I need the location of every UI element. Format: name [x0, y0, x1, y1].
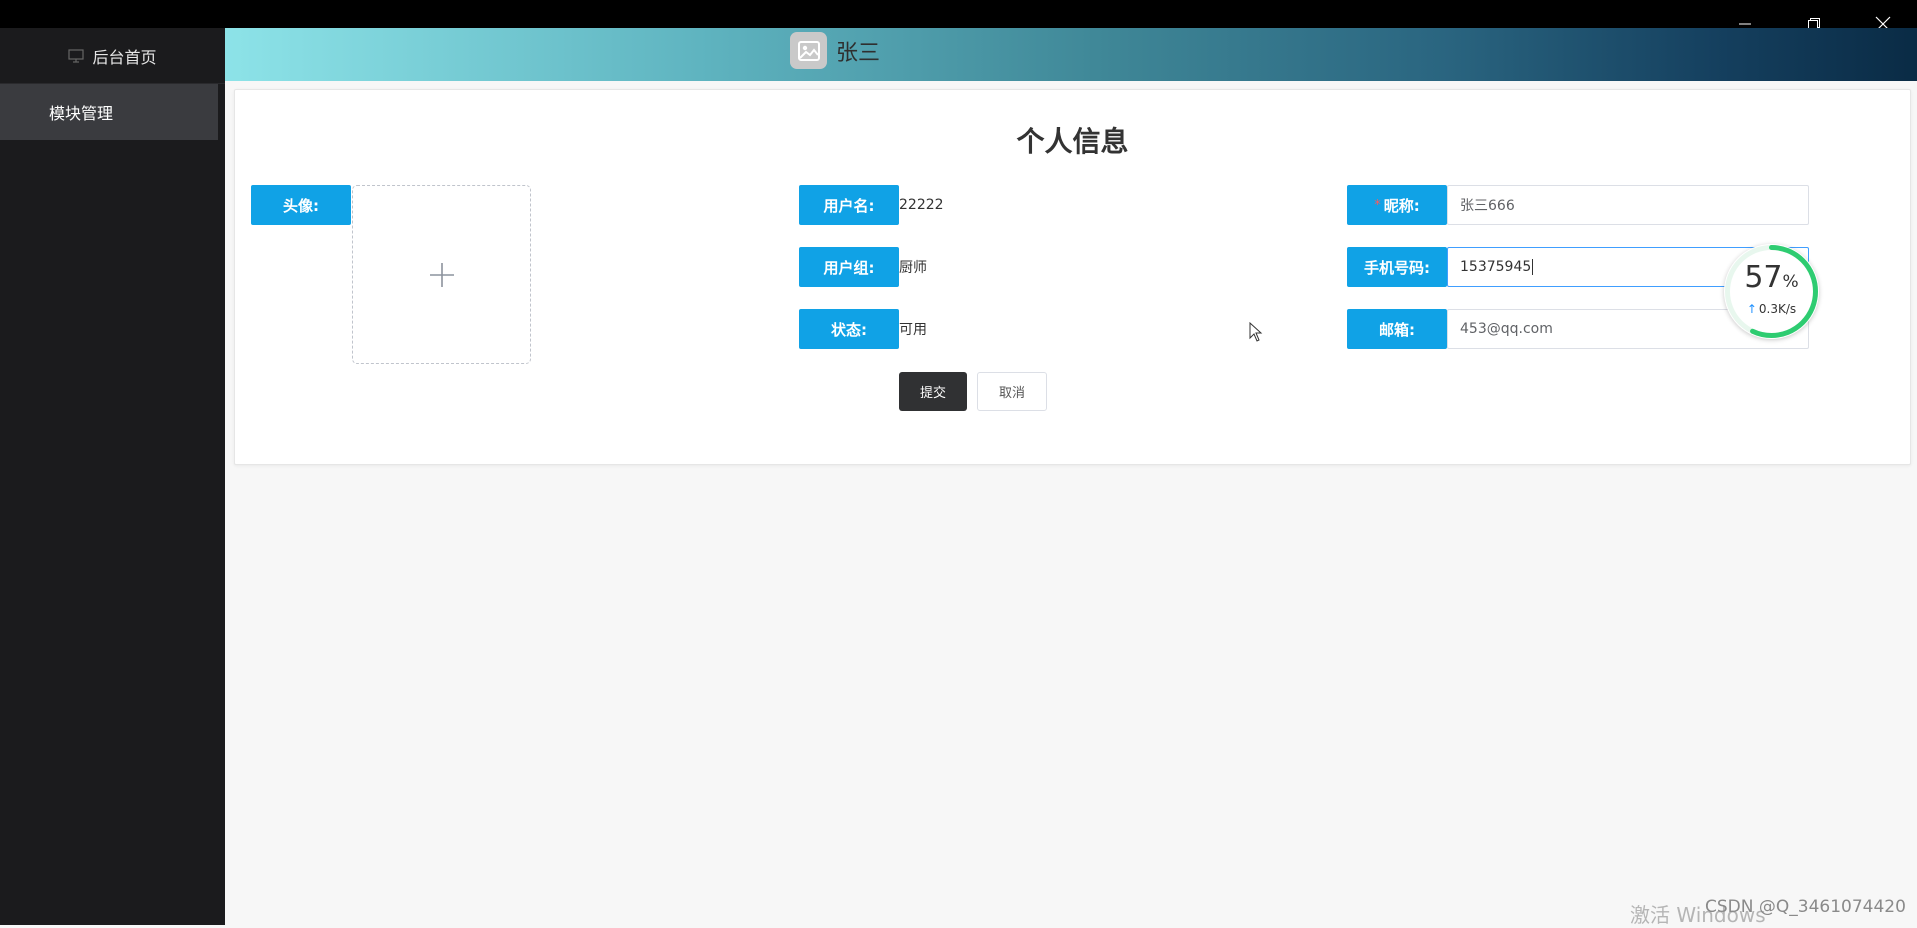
- sidebar-item-module-management[interactable]: 模块管理: [0, 84, 218, 140]
- speed-rate: ↑ 0.3K/s: [1724, 302, 1819, 316]
- status-label: 状态:: [799, 309, 899, 349]
- sidebar-item-home[interactable]: 后台首页: [0, 28, 225, 84]
- nickname-label-text: 昵称:: [1383, 196, 1420, 215]
- user-name: 张三: [836, 40, 881, 66]
- user-menu[interactable]: 张三: [790, 32, 880, 69]
- speed-percent-unit: %: [1782, 272, 1799, 292]
- email-label: 邮箱:: [1347, 309, 1447, 349]
- title-bar: [0, 0, 1917, 28]
- username-value: 22222: [899, 197, 944, 213]
- email-input-value: 453@qq.com: [1460, 321, 1553, 337]
- group-value: 厨师: [899, 260, 927, 276]
- page-title: 个人信息: [1016, 125, 1129, 158]
- nickname-label: * 昵称:: [1347, 185, 1447, 225]
- required-mark: *: [1374, 197, 1381, 213]
- nickname-input[interactable]: 张三666: [1447, 185, 1809, 225]
- speed-rate-value: 0.3K/s: [1758, 302, 1797, 316]
- sidebar-item-label: 模块管理: [49, 104, 114, 123]
- arrow-up-icon: ↑: [1746, 302, 1757, 316]
- speed-percent: 57%: [1724, 260, 1819, 295]
- csdn-watermark: CSDN @Q_3461074420: [1705, 897, 1906, 917]
- avatar-label: 头像:: [251, 185, 351, 225]
- username-label: 用户名:: [799, 185, 899, 225]
- submit-button[interactable]: 提交: [899, 372, 967, 411]
- status-value: 可用: [899, 322, 927, 338]
- header: 张三: [225, 28, 1917, 81]
- cancel-button[interactable]: 取消: [977, 372, 1047, 411]
- phone-input-value: 15375945: [1460, 259, 1532, 275]
- avatar[interactable]: [790, 32, 827, 69]
- speed-percent-value: 57: [1744, 260, 1783, 295]
- text-caret: [1532, 259, 1534, 275]
- image-icon: [797, 40, 820, 61]
- mouse-cursor-icon: [1249, 321, 1263, 346]
- plus-icon: [429, 262, 454, 287]
- profile-card: 个人信息 头像: 用户名: 22222 用户组: 厨师 状态: 可用 * 昵称:…: [234, 89, 1911, 465]
- phone-label: 手机号码:: [1347, 247, 1447, 287]
- avatar-upload[interactable]: [352, 185, 531, 364]
- monitor-icon: [68, 48, 85, 63]
- sidebar: 后台首页 模块管理: [0, 28, 225, 925]
- sidebar-home-label: 后台首页: [92, 47, 157, 67]
- nickname-input-value: 张三666: [1460, 198, 1515, 214]
- network-speed-widget[interactable]: 57% ↑ 0.3K/s: [1724, 244, 1819, 339]
- group-label: 用户组:: [799, 247, 899, 287]
